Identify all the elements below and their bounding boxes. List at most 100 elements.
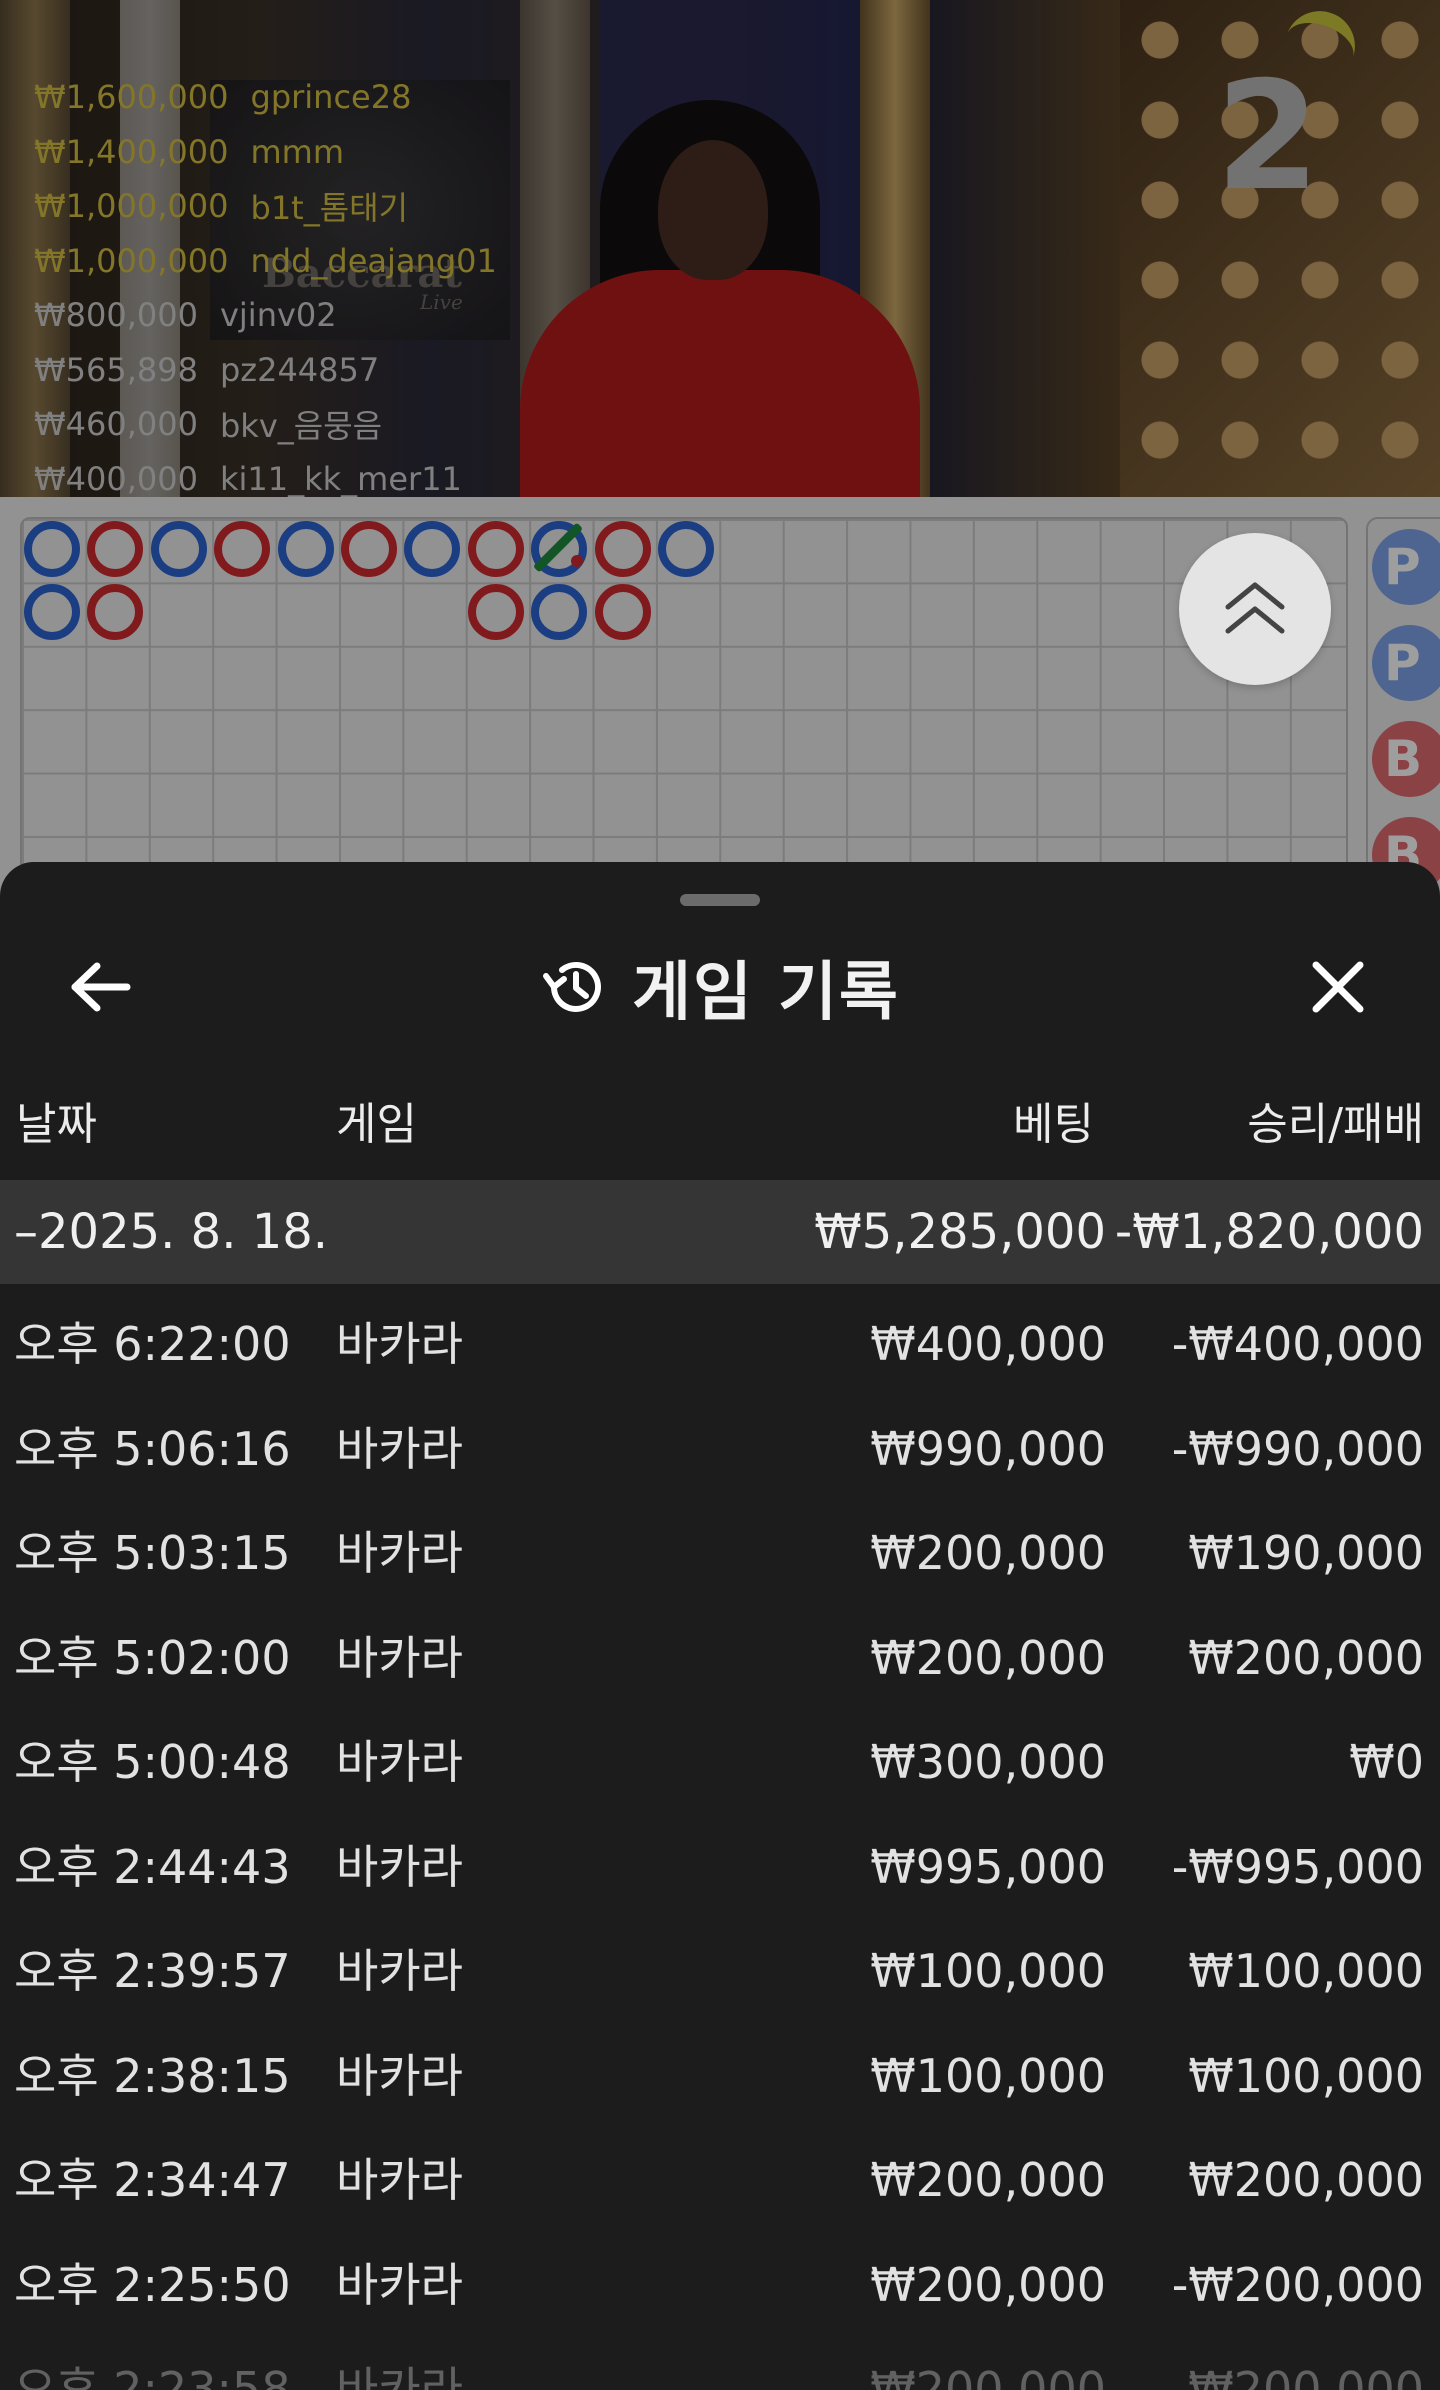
winner-amount: ₩565,898	[34, 350, 198, 389]
history-time: 오후 2:39:57	[14, 1944, 291, 1998]
history-row[interactable]: 오후 2:34:47 바카라 ₩200,000 ₩200,000	[0, 2128, 1440, 2233]
winner-username: mmm	[250, 132, 345, 171]
player-bead	[531, 584, 588, 641]
winner-username: ki11_kk_mer11	[219, 459, 462, 497]
winner-row: ₩1,000,000 ndd_deajang01	[34, 234, 497, 289]
winner-username: b1t_톰태기	[250, 189, 409, 228]
dealer	[510, 100, 930, 497]
history-bet: ₩200,000	[870, 2362, 1106, 2390]
winner-row: ₩1,600,000 gprince28	[34, 70, 497, 125]
history-time: 오후 6:22:00	[14, 1317, 291, 1371]
history-bet: ₩300,000	[870, 1735, 1106, 1789]
history-result: -₩200,000	[1171, 2362, 1424, 2390]
history-game: 바카라	[336, 2362, 463, 2390]
winner-username: vjinv02	[219, 296, 337, 335]
history-bet: ₩400,000	[870, 1317, 1106, 1371]
game-history-sheet: 게임 기록 날짜 게임 베팅 승리/패배 –2025. 8. 18. ₩5,28…	[0, 862, 1440, 2390]
winner-amount: ₩1,600,000	[34, 78, 229, 117]
winner-username: gprince28	[250, 78, 412, 117]
player-chip: P	[1372, 625, 1440, 701]
history-row[interactable]: 오후 5:02:00 바카라 ₩200,000 ₩200,000	[0, 1606, 1440, 1711]
banker-bead	[341, 521, 397, 577]
history-bet: ₩200,000	[870, 2153, 1106, 2207]
close-button[interactable]	[1298, 947, 1378, 1027]
column-header-game[interactable]: 게임	[336, 1082, 417, 1168]
winner-username: ndd_deajang01	[250, 241, 497, 280]
banker-chip: B	[1372, 721, 1440, 797]
banker-bead	[467, 521, 524, 577]
player-bead	[150, 521, 207, 577]
column-header-bet[interactable]: 베팅	[1013, 1082, 1094, 1168]
history-row[interactable]: 오후 2:23:58 바카라 ₩200,000 -₩200,000	[0, 2337, 1440, 2390]
winner-amount: ₩1,000,000	[34, 187, 229, 226]
history-bet: ₩200,000	[870, 2257, 1106, 2312]
history-bet: ₩200,000	[870, 1526, 1106, 1580]
history-rows: 오후 6:22:00 바카라 ₩400,000 -₩400,000 오후 5:06:16…	[0, 1292, 1440, 2390]
history-row[interactable]: 오후 5:03:15 바카라 ₩200,000 ₩190,000	[0, 1501, 1440, 1606]
history-row[interactable]: 오후 2:44:43 바카라 ₩995,000 -₩995,000	[0, 1815, 1440, 1920]
history-game: 바카라	[336, 1317, 463, 1371]
winners-list: ₩1,600,000 gprince28 ₩1,400,000 mmm ₩1,000,0…	[34, 70, 497, 497]
winner-username: pz244857	[219, 350, 380, 389]
player-bead	[24, 584, 80, 641]
sheet-header: 게임 기록	[0, 947, 1440, 1030]
close-icon	[1312, 961, 1364, 1013]
history-time: 오후 2:44:43	[14, 1839, 291, 1894]
group-date: –2025. 8. 18.	[14, 1204, 329, 1260]
winner-amount: ₩1,400,000	[34, 132, 229, 171]
history-result: ₩100,000	[1188, 2048, 1424, 2103]
history-bet: ₩100,000	[870, 2048, 1106, 2103]
winner-row: ₩460,000 bkv_음뭉음	[34, 397, 497, 452]
player-chip: P	[1372, 529, 1440, 605]
history-game: 바카라	[336, 1630, 463, 1685]
player-bead	[24, 521, 80, 577]
column-header-result[interactable]: 승리/패배	[1247, 1082, 1424, 1168]
player-bead	[277, 521, 334, 577]
history-row[interactable]: 오후 2:38:15 바카라 ₩100,000 ₩100,000	[0, 2024, 1440, 2129]
table-header: 날짜 게임 베팅 승리/패배	[0, 1082, 1440, 1168]
history-bet: ₩990,000	[870, 1421, 1106, 1476]
history-game: 바카라	[336, 2048, 463, 2103]
winner-row: ₩565,898 pz244857	[34, 343, 497, 398]
history-row[interactable]: 오후 2:25:50 바카라 ₩200,000 -₩200,000	[0, 2233, 1440, 2338]
group-bet-total: ₩5,285,000	[814, 1204, 1106, 1260]
history-result: -₩990,000	[1171, 1421, 1424, 1476]
winner-amount: ₩800,000	[34, 296, 198, 335]
history-result: ₩200,000	[1188, 1630, 1424, 1685]
double-chevron-up-icon	[1225, 582, 1285, 634]
history-row[interactable]: 오후 5:06:16 바카라 ₩990,000 -₩990,000	[0, 1397, 1440, 1502]
history-game: 바카라	[336, 1421, 463, 1476]
banker-bead	[594, 584, 651, 641]
history-row[interactable]: 오후 5:00:48 바카라 ₩300,000 ₩0	[0, 1710, 1440, 1815]
history-game: 바카라	[336, 1735, 463, 1789]
sheet-drag-handle[interactable]	[680, 894, 760, 906]
history-bet: ₩200,000	[870, 1630, 1106, 1685]
winner-row: ₩400,000 ki11_kk_mer11	[34, 452, 497, 497]
scroll-up-button[interactable]	[1179, 533, 1331, 685]
history-game: 바카라	[336, 1526, 463, 1580]
history-bet: ₩995,000	[870, 1839, 1106, 1894]
group-result-total: -₩1,820,000	[1114, 1204, 1424, 1260]
sheet-title: 게임 기록	[632, 956, 900, 1030]
winner-row: ₩1,400,000 mmm	[34, 125, 497, 180]
banker-bead	[214, 521, 271, 577]
history-time: 오후 5:06:16	[14, 1421, 291, 1476]
history-time: 오후 5:02:00	[14, 1630, 291, 1685]
history-game: 바카라	[336, 1944, 463, 1998]
app-root: Baccarat Live 2 ₩1,600,000 gprince28 ₩1,40…	[0, 0, 1440, 2390]
date-group-row[interactable]: –2025. 8. 18. ₩5,285,000 -₩1,820,000	[0, 1180, 1440, 1284]
history-result: -₩995,000	[1171, 1839, 1424, 1894]
history-row[interactable]: 오후 2:39:57 바카라 ₩100,000 ₩100,000	[0, 1919, 1440, 2024]
player-bead	[404, 521, 461, 577]
column-header-date[interactable]: 날짜	[16, 1082, 97, 1168]
winner-username: bkv_음뭉음	[219, 407, 383, 446]
history-time: 오후 5:03:15	[14, 1526, 291, 1580]
history-row[interactable]: 오후 6:22:00 바카라 ₩400,000 -₩400,000	[0, 1292, 1440, 1397]
history-bet: ₩100,000	[870, 1944, 1106, 1998]
banker-bead	[467, 584, 524, 641]
bead-road-grid	[20, 517, 1348, 897]
history-time: 오후 2:25:50	[14, 2257, 291, 2312]
winner-amount: ₩460,000	[34, 405, 198, 444]
winner-amount: ₩400,000	[34, 459, 198, 497]
history-time: 오후 2:23:58	[14, 2362, 291, 2390]
